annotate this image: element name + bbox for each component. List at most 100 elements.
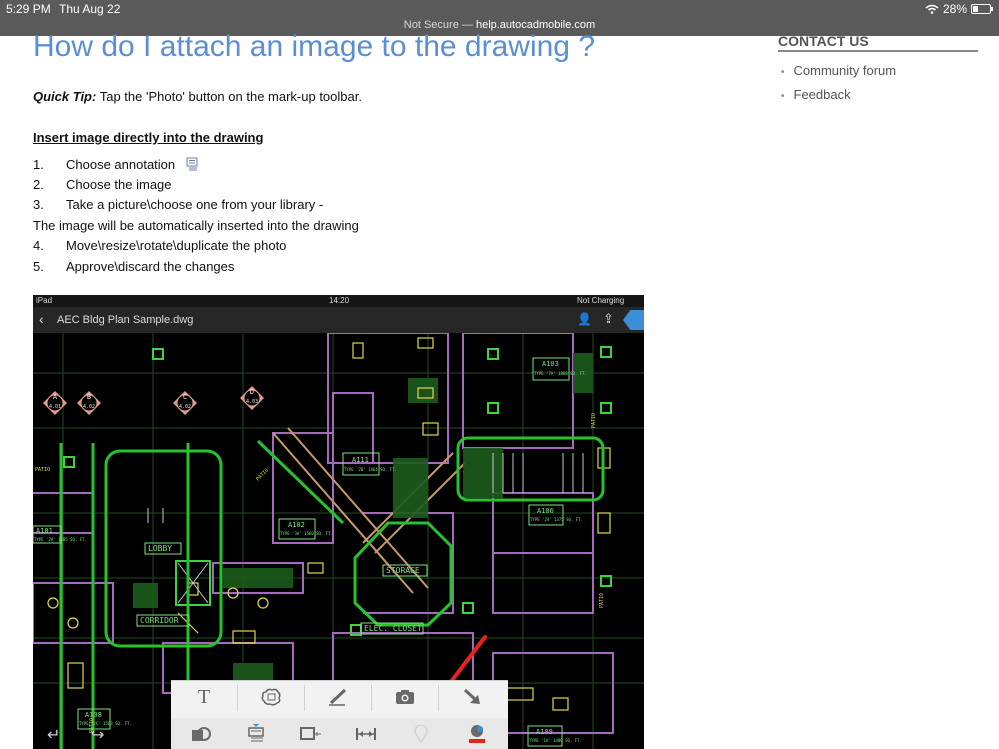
- embedded-time: 14:20: [329, 296, 350, 305]
- unit-info: TYPE '2A' 1385 SQ. FT.: [34, 537, 87, 542]
- link-label: Feedback: [793, 87, 851, 102]
- arrow-tool-button[interactable]: [442, 683, 502, 711]
- patio-label: PATIO: [35, 467, 50, 473]
- annotation-tool-button[interactable]: [226, 720, 286, 748]
- image-frame-icon: [300, 727, 321, 740]
- step-text: Approve\discard the changes: [66, 259, 235, 274]
- chevron-left-icon: ‹: [39, 311, 44, 327]
- image-tool-button[interactable]: [281, 720, 341, 748]
- feedback-link[interactable]: • Feedback: [781, 87, 851, 102]
- pen-tool-button[interactable]: [308, 683, 368, 711]
- step-label: Choose annotation: [66, 157, 176, 172]
- markup-toolbar: T: [171, 680, 508, 749]
- grid-dim: 4.03: [246, 399, 258, 405]
- status-date: Thu Aug 22: [59, 2, 121, 16]
- shape-tool-button[interactable]: [171, 720, 231, 748]
- color-picker-icon: [469, 725, 485, 743]
- unit-label: A111: [352, 456, 369, 464]
- grid-label: D: [250, 388, 254, 396]
- room-label: STORAGE: [386, 566, 420, 575]
- app-screenshot: iPad 14:20 Not Charging ‹ AEC Bldg Plan …: [33, 295, 644, 749]
- quick-tip: Quick Tip: Tap the 'Photo' button on the…: [33, 89, 362, 104]
- patio-label: PATIO: [591, 413, 597, 428]
- page-title: How do I attach an image to the drawing …: [33, 30, 596, 63]
- unit-label: A103: [542, 360, 559, 368]
- tip-label: Quick Tip:: [33, 89, 97, 104]
- annotation-icon: [186, 157, 198, 171]
- location-pin-icon: [414, 725, 428, 743]
- room-label: LOBBY: [148, 544, 172, 553]
- unit-label: A108: [85, 711, 102, 719]
- room-label: CORRIDOR: [140, 616, 179, 625]
- step-number: 5.: [33, 259, 44, 274]
- arrow-icon: [463, 688, 480, 704]
- community-forum-link[interactable]: • Community forum: [781, 63, 896, 78]
- unit-info: TYPE '7A' 1868 SQ. FT.: [534, 371, 587, 376]
- wifi-icon: [925, 4, 939, 14]
- unit-info: TYPE '2B' 1464 SQ. FT.: [344, 467, 397, 472]
- ios-status-bar: 5:29 PM Thu Aug 22 28%: [0, 0, 999, 18]
- embedded-title-bar: ‹ AEC Bldg Plan Sample.dwg 👤 ⇪: [33, 307, 644, 333]
- step-text: Choose annotation: [66, 157, 199, 172]
- grid-dim: 4.02: [83, 404, 95, 410]
- side-panel-tab: [623, 310, 644, 330]
- step-text: Move\resize\rotate\duplicate the photo: [66, 238, 287, 253]
- grid-label: C: [183, 393, 187, 401]
- add-user-icon: 👤: [577, 312, 592, 326]
- toolbar-row-secondary: [171, 718, 508, 749]
- step-number: 4.: [33, 238, 44, 253]
- divider: [438, 685, 439, 711]
- color-tool-button[interactable]: [447, 720, 507, 748]
- battery-percent: 28%: [942, 2, 967, 16]
- step-text: Take a picture\choose one from your libr…: [66, 197, 324, 212]
- unit-info: TYPE '1A' 1480 SQ. FT.: [529, 738, 582, 743]
- patio-label: PATIO: [599, 593, 605, 608]
- room-label: ELEC. CLOSET: [364, 624, 422, 633]
- redo-arrow-icon[interactable]: ↪: [91, 725, 104, 745]
- battery-fill: [973, 6, 979, 12]
- bullet-icon: •: [781, 91, 785, 102]
- step-number: 2.: [33, 177, 44, 192]
- annotation-icon: [248, 724, 264, 742]
- grid-dim: 4.01: [49, 404, 61, 410]
- cloud-icon: [261, 688, 281, 706]
- battery-area: 28%: [925, 2, 993, 16]
- step-number: 1.: [33, 157, 44, 172]
- measure-tool-button[interactable]: [336, 720, 396, 748]
- shapes-icon: [192, 727, 211, 741]
- embedded-device: iPad: [36, 296, 53, 305]
- cloud-tool-button[interactable]: [241, 683, 301, 711]
- location-tool-button[interactable]: [391, 720, 451, 748]
- status-time: 5:29 PM: [6, 2, 51, 16]
- tip-text: Tap the 'Photo' button on the mark-up to…: [99, 89, 362, 104]
- unit-info: TYPE '2A' 1375 SQ. FT.: [530, 517, 583, 522]
- unit-info: TYPE '2C' 1563 SQ. FT.: [79, 721, 132, 726]
- divider: [237, 685, 238, 711]
- unit-info: TYPE '3A' 1560 SQ. FT.: [280, 531, 333, 536]
- photo-tool-button[interactable]: [375, 683, 435, 711]
- undo-arrow-icon[interactable]: ↵: [47, 725, 60, 745]
- section-heading: Insert image directly into the drawing: [33, 130, 264, 145]
- battery-icon: [971, 4, 993, 14]
- share-icon: ⇪: [603, 311, 614, 326]
- unit-label: A106: [537, 507, 554, 515]
- grid-label: B: [87, 393, 91, 401]
- divider: [371, 685, 372, 711]
- camera-icon: [396, 690, 414, 704]
- measure-icon: [356, 728, 376, 740]
- grid-dim: 4.02: [179, 404, 191, 410]
- divider: [304, 685, 305, 711]
- embedded-charging: Not Charging: [577, 296, 625, 305]
- step-text: Choose the image: [66, 177, 172, 192]
- bullet-icon: •: [781, 67, 785, 78]
- unit-label: A101: [36, 527, 53, 535]
- step-note: The image will be automatically inserted…: [33, 218, 359, 233]
- text-tool-button[interactable]: T: [174, 683, 234, 711]
- unit-label: A109: [536, 728, 553, 736]
- embedded-status-bar: iPad 14:20 Not Charging: [33, 295, 644, 307]
- step-number: 3.: [33, 197, 44, 212]
- drawing-file-name: AEC Bldg Plan Sample.dwg: [57, 314, 194, 326]
- contact-us-heading: CONTACT US: [778, 33, 978, 52]
- pen-icon: [329, 688, 347, 706]
- unit-label: A102: [288, 521, 305, 529]
